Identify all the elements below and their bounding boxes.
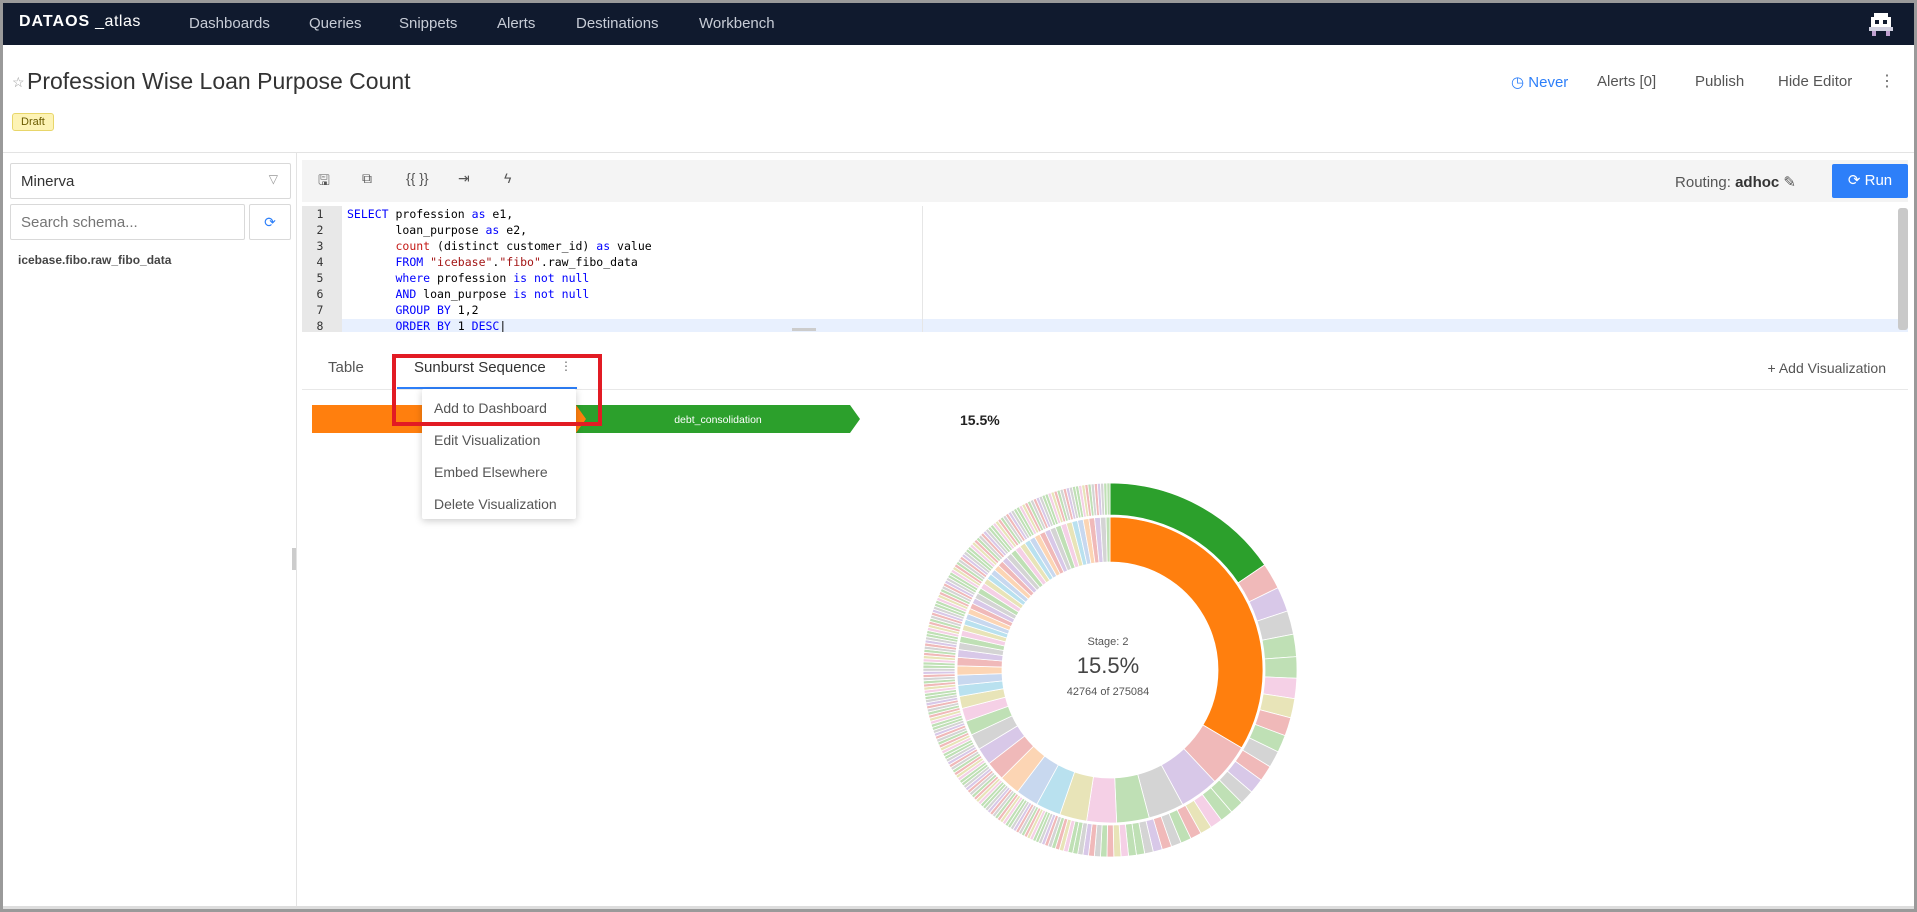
nav-dashboards[interactable]: Dashboards	[189, 15, 270, 32]
nav-queries[interactable]: Queries	[309, 15, 362, 32]
datasource-select[interactable]: Minerva ▽	[10, 163, 291, 199]
code-line-2: loan_purpose as e2,	[347, 223, 528, 237]
top-nav: DATAOS _atlas Dashboards Queries Snippet…	[0, 0, 1917, 45]
code-line-7: GROUP BY 1,2	[395, 303, 479, 317]
code-line-8: ORDER BY 1 DESC|	[395, 319, 507, 332]
print-margin	[922, 206, 923, 332]
center-percentage: 15.5%	[1076, 653, 1140, 678]
menu-edit-visualization[interactable]: Edit Visualization	[434, 432, 540, 448]
code-line-1: SELECT profession as e1,	[347, 207, 514, 221]
line-number: 7	[316, 303, 324, 317]
search-schema-input[interactable]	[10, 204, 245, 240]
line-number: 8	[316, 319, 324, 332]
sql-editor[interactable]: 1 2 3 4 5 6 7 8 SELECT profession as e1,…	[302, 206, 1908, 332]
sidebar-resize-handle[interactable]	[292, 548, 296, 570]
code-line-4: FROM "icebase"."fibo".raw_fibo_data	[395, 255, 638, 269]
pencil-icon[interactable]: ✎	[1783, 174, 1796, 191]
center-count: 42764 of 275084	[1066, 686, 1150, 698]
refresh-icon: ⟳	[264, 214, 276, 230]
code-line-6: AND loan_purpose is not null	[395, 287, 590, 301]
add-visualization-button[interactable]: + Add Visualization	[1768, 360, 1886, 376]
nav-workbench[interactable]: Workbench	[699, 15, 775, 32]
sunburst-outer-segment[interactable]	[1264, 656, 1298, 679]
active-line-highlight	[342, 319, 1908, 332]
page-title[interactable]: Profession Wise Loan Purpose Count	[27, 68, 411, 95]
code-line-5: where profession is not null	[395, 271, 590, 285]
refresh-schema-button[interactable]: ⟳	[249, 204, 291, 240]
menu-delete-visualization[interactable]: Delete Visualization	[434, 496, 557, 512]
breadcrumb-percentage: 15.5%	[960, 412, 1000, 428]
line-number: 3	[316, 239, 324, 253]
page-bottom-border	[3, 906, 1914, 909]
line-number: 4	[316, 255, 324, 269]
schema-sidebar: Minerva▽ ⟳ icebase.fibo.raw_fibo_data	[3, 153, 297, 909]
autocomplete-icon[interactable]: ϟ	[504, 170, 511, 186]
publish-button[interactable]: Publish	[1695, 73, 1744, 90]
favorite-star-icon[interactable]: ☆	[12, 74, 25, 91]
more-options-icon[interactable]: ⋮	[1879, 71, 1895, 91]
format-query-icon[interactable]: ⇥	[458, 170, 470, 187]
editor-scrollbar[interactable]	[1898, 208, 1908, 330]
line-number: 6	[316, 287, 324, 301]
nav-snippets[interactable]: Snippets	[399, 15, 457, 32]
annotation-highlight-box	[392, 354, 602, 426]
status-badge: Draft	[12, 113, 54, 131]
alerts-button[interactable]: Alerts [0]	[1597, 73, 1656, 90]
code-line-3: count (distinct customer_id) as value	[395, 239, 652, 253]
nav-alerts[interactable]: Alerts	[497, 15, 535, 32]
sunburst-inner-segment[interactable]	[1105, 516, 1111, 563]
nav-destinations[interactable]: Destinations	[576, 15, 659, 32]
hide-editor-button[interactable]: Hide Editor	[1778, 73, 1852, 90]
routing-label[interactable]: Routing: adhoc ✎	[1675, 173, 1796, 191]
sunburst-outer-segment[interactable]	[1106, 824, 1115, 858]
duplicate-icon[interactable]: ⧉	[362, 170, 372, 187]
center-stage-label: Stage: 2	[1087, 636, 1129, 648]
line-number: 2	[316, 223, 324, 237]
editor-toolbar: 🖫 ⧉ {{ }} ⇥ ϟ Routing: adhoc ✎ ⟳ Run	[302, 160, 1908, 202]
clock-icon: ◷	[1511, 74, 1525, 91]
line-number: 1	[316, 207, 324, 221]
line-number: 5	[316, 271, 324, 285]
user-avatar[interactable]	[1866, 9, 1896, 39]
breadcrumb-label: debt_consolidation	[674, 414, 762, 426]
refresh-icon: ⟳	[1847, 172, 1861, 189]
brand-logo[interactable]: DATAOS _atlas	[19, 13, 141, 31]
run-button[interactable]: ⟳ Run	[1832, 164, 1908, 198]
add-parameter-icon[interactable]: {{ }}	[406, 170, 429, 186]
menu-embed-elsewhere[interactable]: Embed Elsewhere	[434, 464, 548, 480]
save-icon[interactable]: 🖫	[318, 170, 330, 194]
sunburst-outer-segment[interactable]	[1106, 482, 1111, 516]
schema-list-item[interactable]: icebase.fibo.raw_fibo_data	[18, 253, 171, 267]
editor-resize-grip[interactable]	[792, 328, 816, 331]
refresh-schedule-button[interactable]: ◷ Never	[1511, 73, 1568, 91]
chevron-down-icon: ▽	[268, 172, 278, 186]
tab-table[interactable]: Table	[328, 359, 364, 376]
